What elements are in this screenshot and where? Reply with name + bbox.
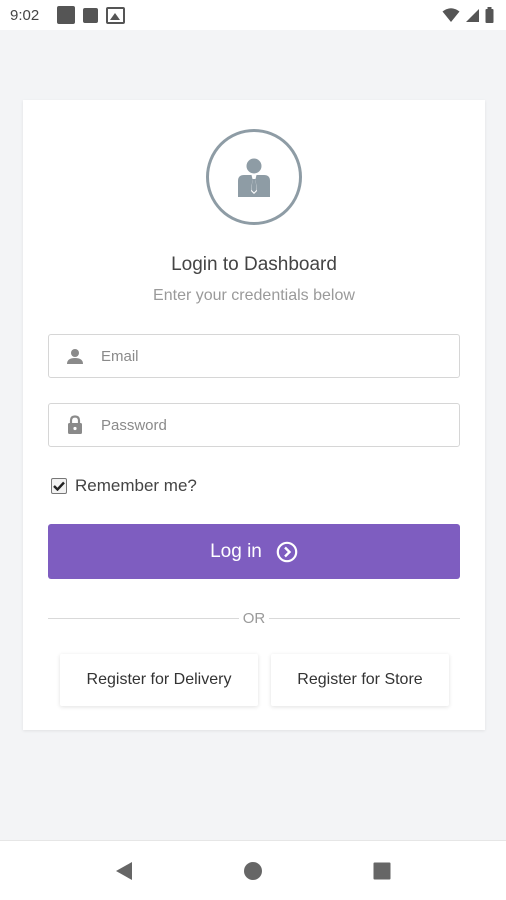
user-icon bbox=[238, 158, 270, 197]
lock-icon bbox=[49, 415, 101, 435]
home-button[interactable] bbox=[233, 851, 273, 891]
remember-me[interactable]: Remember me? bbox=[51, 476, 197, 496]
email-field[interactable] bbox=[48, 334, 460, 378]
status-right bbox=[442, 7, 494, 23]
back-icon bbox=[116, 861, 133, 880]
register-delivery-button[interactable]: Register for Delivery bbox=[60, 654, 258, 706]
register-store-button[interactable]: Register for Store bbox=[271, 654, 449, 706]
login-button[interactable]: Log in bbox=[48, 524, 460, 579]
or-text: OR bbox=[242, 609, 266, 627]
status-bar: 9:02 bbox=[0, 0, 506, 30]
notification-square-icon bbox=[83, 7, 99, 23]
password-field[interactable] bbox=[48, 403, 460, 447]
status-left: 9:02 bbox=[10, 6, 126, 24]
chevron-right-circle-icon bbox=[276, 541, 298, 562]
remember-label: Remember me? bbox=[75, 476, 197, 495]
gallery-icon bbox=[106, 6, 126, 24]
page-title: Login to Dashboard bbox=[171, 254, 337, 275]
page-subtitle: Enter your credentials below bbox=[153, 287, 355, 304]
home-icon bbox=[243, 861, 262, 880]
notification-square-icon bbox=[57, 6, 76, 24]
register-delivery-label: Register for Delivery bbox=[86, 671, 232, 688]
battery-icon bbox=[485, 7, 494, 23]
recents-button[interactable] bbox=[362, 851, 402, 891]
email-input[interactable] bbox=[101, 336, 441, 376]
password-input[interactable] bbox=[101, 405, 441, 445]
status-time: 9:02 bbox=[10, 6, 40, 24]
recents-icon bbox=[373, 862, 391, 879]
login-button-label: Log in bbox=[210, 540, 262, 562]
login-card: Login to Dashboard Enter your credential… bbox=[23, 100, 485, 730]
back-button[interactable] bbox=[104, 851, 144, 891]
signal-icon bbox=[466, 8, 479, 22]
check-icon bbox=[53, 481, 65, 491]
avatar bbox=[206, 129, 302, 225]
wifi-icon bbox=[442, 8, 460, 22]
navigation-bar bbox=[0, 840, 506, 900]
or-separator: OR bbox=[48, 608, 460, 628]
divider bbox=[48, 617, 239, 619]
register-store-label: Register for Store bbox=[297, 671, 423, 688]
remember-checkbox[interactable] bbox=[51, 478, 67, 494]
user-icon bbox=[49, 348, 101, 364]
divider bbox=[269, 617, 460, 619]
